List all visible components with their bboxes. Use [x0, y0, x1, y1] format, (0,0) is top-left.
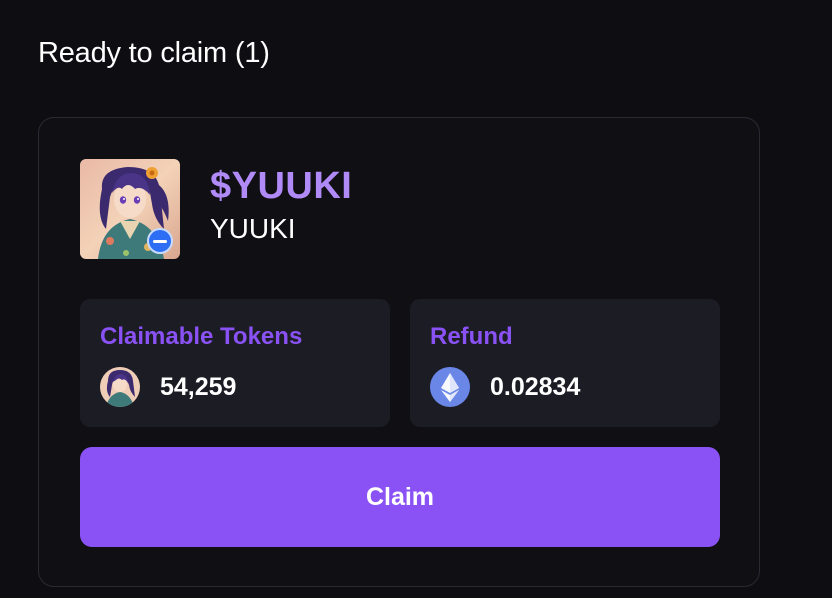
ethereum-icon: [430, 367, 470, 407]
section-title: Ready to claim (1): [38, 37, 270, 69]
claim-button[interactable]: Claim: [80, 447, 720, 547]
token-name: YUUKI: [210, 213, 296, 244]
token-avatar-icon: [100, 367, 140, 407]
refund-panel: Refund 0.02834: [410, 299, 720, 427]
claimable-tokens-panel: Claimable Tokens 54,259: [80, 299, 390, 427]
token-ticker: $YUUKI: [210, 165, 353, 207]
claimable-tokens-value: 54,259: [160, 373, 237, 401]
base-chain-icon: [147, 228, 173, 254]
refund-value: 0.02834: [490, 373, 581, 401]
claimable-tokens-label: Claimable Tokens: [100, 323, 303, 350]
claim-card: $YUUKI YUUKI Claimable Tokens 54,259 Ref…: [38, 117, 760, 587]
claim-page: Ready to claim (1) $YUUKI YUUKI Claimabl…: [0, 0, 832, 598]
refund-label: Refund: [430, 323, 513, 350]
